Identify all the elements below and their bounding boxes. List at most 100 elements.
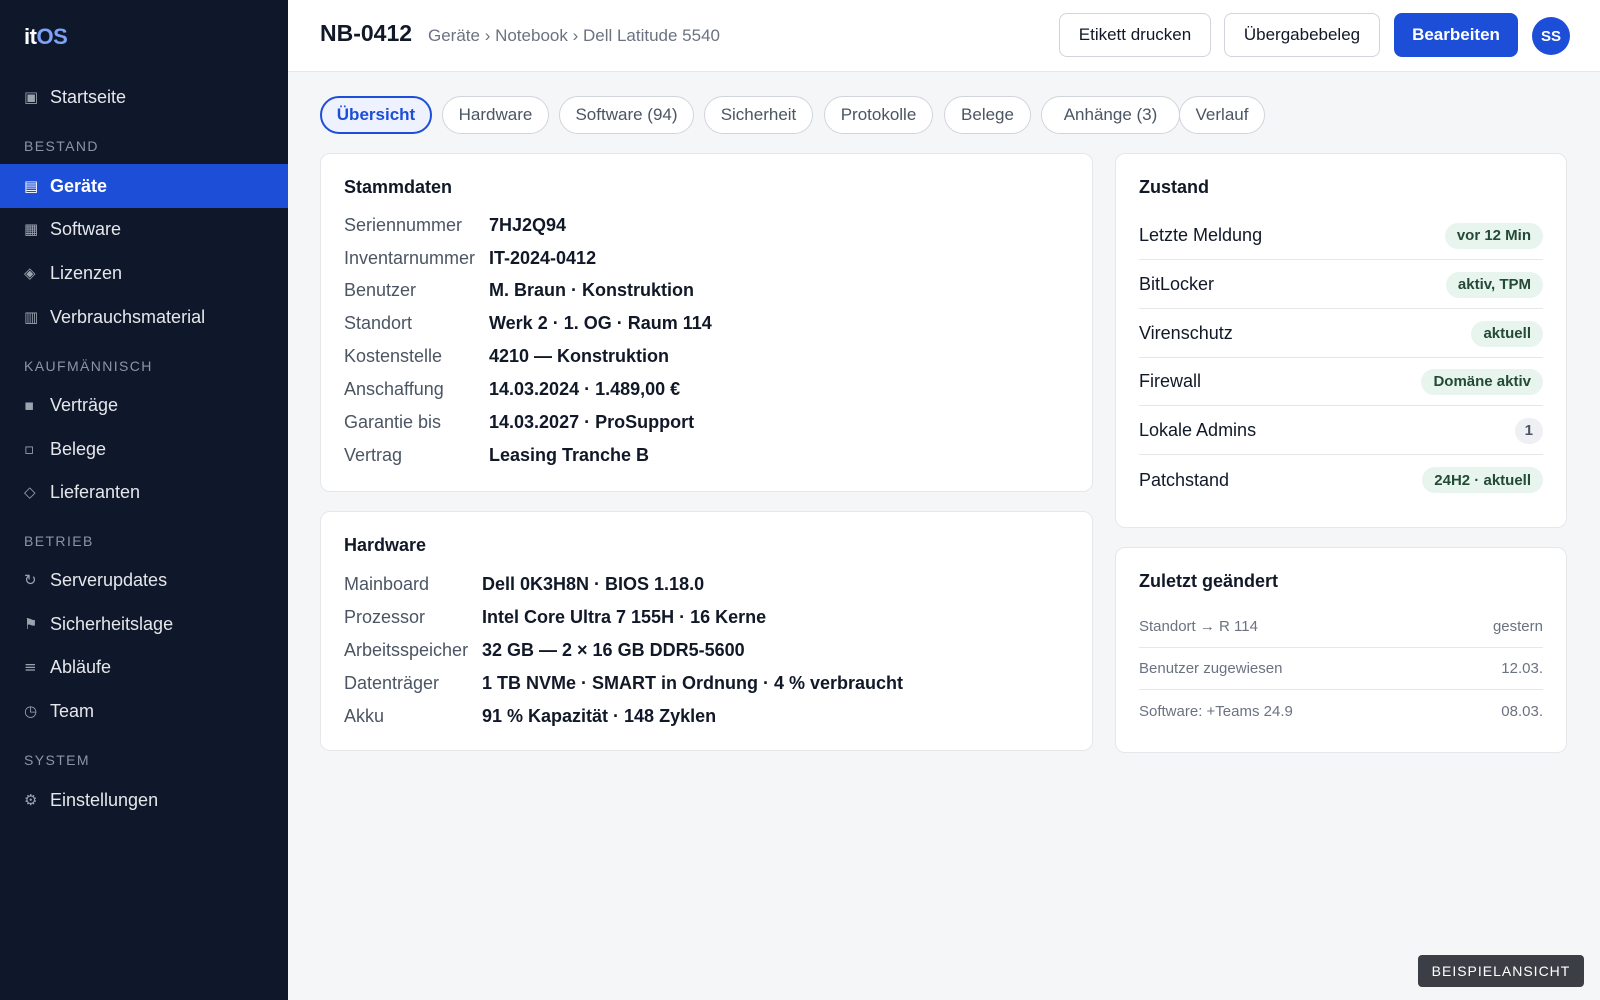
tab-hardware[interactable]: Hardware xyxy=(442,96,549,134)
status-label: BitLocker xyxy=(1139,274,1215,294)
kv-label: Prozessor xyxy=(344,606,426,627)
kv-row: Arbeitsspeicher 32 GB — 2 × 16 GB DDR5-5… xyxy=(344,638,745,662)
hardware-card: Hardware Mainboard Dell 0K3H8N · BIOS 1.… xyxy=(320,511,1093,751)
kv-row: Inventarnummer IT-2024-0412 xyxy=(344,246,596,270)
status-label: Lokale Admins xyxy=(1139,420,1257,440)
change-row: Standort → R 114 gestern xyxy=(1139,606,1543,648)
gear-icon: ⚙ xyxy=(24,791,38,809)
sidebar-item-label: Abläufe xyxy=(50,656,112,677)
tab-uebersicht[interactable]: Übersicht xyxy=(320,96,432,134)
status-badge: vor 12 Min xyxy=(1444,222,1543,249)
sidebar-item-startseite[interactable]: ▣ Startseite xyxy=(0,75,288,119)
status-row: BitLocker aktiv, TPM xyxy=(1139,261,1543,309)
sidebar-item-label: Team xyxy=(50,700,95,721)
kv-label: Benutzer xyxy=(344,279,417,300)
sidebar-item-belege[interactable]: ▫ Belege xyxy=(0,427,288,471)
kv-value: Intel Core Ultra 7 155H · 16 Kerne xyxy=(482,606,767,627)
app-logo[interactable]: itOS xyxy=(24,24,68,50)
kv-value: Dell 0K3H8N · BIOS 1.18.0 xyxy=(482,573,705,594)
sidebar-item-geraete[interactable]: ▤ Geräte xyxy=(0,164,288,208)
section-system: SYSTEM xyxy=(24,752,90,768)
section-bestand: BESTAND xyxy=(24,138,99,154)
kv-label: Inventarnummer xyxy=(344,247,476,268)
status-badge: aktiv, TPM xyxy=(1445,271,1543,298)
sidebar-item-label: Software xyxy=(50,218,122,239)
kv-value: IT-2024-0412 xyxy=(489,247,597,268)
tab-verlauf[interactable]: Verlauf xyxy=(1179,96,1265,134)
kv-row: Anschaffung 14.03.2024 · 1.489,00 € xyxy=(344,377,680,401)
sidebar-item-label: Lizenzen xyxy=(50,262,123,283)
kv-row: Seriennummer 7HJ2Q94 xyxy=(344,213,566,237)
sidebar-item-einstellungen[interactable]: ⚙ Einstellungen xyxy=(0,778,288,822)
tab-protokolle[interactable]: Protokolle xyxy=(824,96,933,134)
status-row: Letzte Meldung vor 12 Min xyxy=(1139,212,1543,260)
stammdaten-card: Stammdaten Seriennummer 7HJ2Q94 Inventar… xyxy=(320,153,1093,492)
sidebar-item-label: Sicherheitslage xyxy=(50,613,174,634)
devices-icon: ▤ xyxy=(24,177,39,195)
sample-view-tag: BEISPIELANSICHT xyxy=(1418,955,1584,987)
status-row: Lokale Admins 1 xyxy=(1139,407,1543,455)
contracts-icon: ▪ xyxy=(24,396,35,414)
kv-row: Kostenstelle 4210 — Konstruktion xyxy=(344,344,669,368)
sidebar-item-software[interactable]: ▦ Software xyxy=(0,207,288,251)
kv-value: 32 GB — 2 × 16 GB DDR5-5600 xyxy=(482,639,745,660)
sidebar-item-lieferanten[interactable]: ◇ Lieferanten xyxy=(0,470,288,514)
sidebar-item-serverupdates[interactable]: ↻ Serverupdates xyxy=(0,558,288,602)
tab-belege[interactable]: Belege xyxy=(944,96,1031,134)
kv-row: Vertrag Leasing Tranche B xyxy=(344,443,649,467)
kv-value: 4210 — Konstruktion xyxy=(489,345,670,366)
card-title: Zuletzt geändert xyxy=(1139,571,1279,591)
sidebar-item-team[interactable]: ◷ Team xyxy=(0,689,288,733)
logo-os: OS xyxy=(36,24,68,49)
section-kaufmaennisch: KAUFMÄNNISCH xyxy=(24,358,153,374)
breadcrumb[interactable]: Geräte › Notebook › Dell Latitude 5540 xyxy=(428,26,720,46)
kv-value: 14.03.2024 · 1.489,00 € xyxy=(489,378,681,399)
sidebar-item-ablaeufe[interactable]: ≡ Abläufe xyxy=(0,645,288,689)
flag-icon: ⚑ xyxy=(24,615,38,633)
tab-software[interactable]: Software (94) xyxy=(559,96,694,134)
kv-value: 14.03.2027 · ProSupport xyxy=(489,411,695,432)
supplies-icon: ▥ xyxy=(24,308,39,326)
kv-value: M. Braun · Konstruktion xyxy=(489,279,694,300)
kv-label: Seriennummer xyxy=(344,214,463,235)
license-icon: ◈ xyxy=(24,264,36,282)
kv-label: Garantie bis xyxy=(344,411,442,432)
kv-row: Prozessor Intel Core Ultra 7 155H · 16 K… xyxy=(344,605,766,629)
kv-value: 91 % Kapazität · 148 Zyklen xyxy=(482,705,717,726)
refresh-icon: ↻ xyxy=(24,571,37,589)
sidebar-item-lizenzen[interactable]: ◈ Lizenzen xyxy=(0,251,288,295)
tab-sicherheit[interactable]: Sicherheit xyxy=(704,96,813,134)
kv-label: Datenträger xyxy=(344,672,440,693)
logo-it: it xyxy=(24,24,37,49)
change-label: Software: +Teams 24.9 xyxy=(1139,702,1293,720)
sidebar: itOS ▣ Startseite BESTAND ▤ Geräte ▦ Sof… xyxy=(0,0,288,1000)
sidebar-item-verbrauchsmaterial[interactable]: ▥ Verbrauchsmaterial xyxy=(0,295,288,339)
status-label: Virenschutz xyxy=(1139,323,1233,343)
clock-icon: ◷ xyxy=(24,702,38,720)
status-label: Letzte Meldung xyxy=(1139,225,1263,245)
kv-label: Vertrag xyxy=(344,444,403,465)
sidebar-item-label: Serverupdates xyxy=(50,569,168,590)
kv-label: Mainboard xyxy=(344,573,430,594)
tab-anhaenge[interactable]: Anhänge (3) xyxy=(1041,96,1180,134)
status-row: Virenschutz aktuell xyxy=(1139,310,1543,358)
section-betrieb: BETRIEB xyxy=(24,533,94,549)
kv-label: Arbeitsspeicher xyxy=(344,639,469,660)
kv-value: 7HJ2Q94 xyxy=(489,214,567,235)
kv-row: Garantie bis 14.03.2027 · ProSupport xyxy=(344,410,694,434)
zustand-card: Zustand Letzte Meldung vor 12 Min BitLoc… xyxy=(1115,153,1567,528)
edit-button[interactable]: Bearbeiten xyxy=(1394,13,1518,57)
recent-changes-card: Zuletzt geändert Standort → R 114 gester… xyxy=(1115,547,1567,753)
sidebar-item-label: Startseite xyxy=(50,86,127,107)
sidebar-item-vertraege[interactable]: ▪ Verträge xyxy=(0,383,288,427)
print-label-button[interactable]: Etikett drucken xyxy=(1059,13,1211,57)
kv-label: Standort xyxy=(344,312,413,333)
page-title: NB-0412 xyxy=(320,20,413,46)
status-badge: Domäne aktiv xyxy=(1421,368,1543,395)
handover-receipt-button[interactable]: Übergabebeleg xyxy=(1224,13,1380,57)
kv-row: Benutzer M. Braun · Konstruktion xyxy=(344,278,694,302)
sidebar-item-sicherheitslage[interactable]: ⚑ Sicherheitslage xyxy=(0,602,288,646)
card-title: Zustand xyxy=(1139,177,1209,197)
avatar[interactable]: SS xyxy=(1532,17,1570,55)
status-badge: 1 xyxy=(1514,417,1543,444)
